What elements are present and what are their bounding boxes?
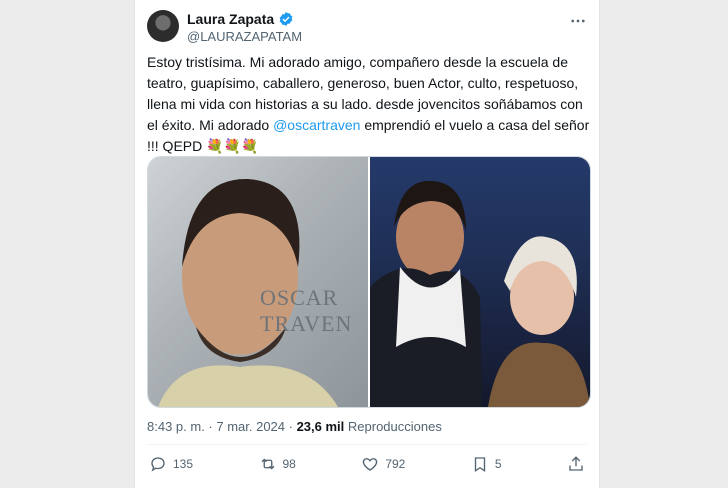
reply-icon (151, 457, 165, 472)
repost-count: 98 (282, 457, 296, 471)
book-title-line1: OSCAR (260, 285, 339, 310)
like-icon (363, 458, 378, 471)
like-count: 792 (385, 457, 406, 471)
photo-couple[interactable] (370, 157, 590, 407)
book-title-line2: TRAVEN (260, 311, 353, 336)
repost-icon (261, 458, 274, 470)
photo-portrait[interactable]: OSCAR TRAVEN (148, 157, 368, 407)
tweet-meta: 8:43 p. m. · 7 mar. 2024 · 23,6 mil Repr… (147, 419, 442, 434)
tweet-media[interactable]: OSCAR TRAVEN (147, 156, 591, 408)
divider (147, 444, 587, 445)
tweet-card: Laura Zapata @LAURAZAPATAM Estoy tristís… (134, 0, 600, 488)
views-count: 23,6 mil (296, 419, 345, 434)
bookmark-button[interactable]: 5 (471, 455, 502, 473)
reply-count: 135 (173, 457, 194, 471)
couple-figures (370, 180, 590, 407)
action-bar: 135 98 792 5 (149, 455, 585, 473)
share-button[interactable] (567, 455, 585, 473)
share-icon (569, 456, 583, 471)
bookmark-icon (474, 457, 486, 473)
like-button[interactable]: 792 (361, 455, 405, 473)
reply-button[interactable]: 135 (149, 455, 193, 473)
portrait-figure (158, 178, 338, 407)
avatar[interactable] (147, 10, 179, 42)
more-icon[interactable] (569, 12, 587, 30)
repost-button[interactable]: 98 (259, 455, 296, 473)
views-label: Reproducciones (344, 419, 442, 434)
author-row: Laura Zapata (187, 11, 294, 27)
mention-link[interactable]: @oscartraven (273, 117, 360, 133)
verified-icon (279, 12, 293, 26)
author-name[interactable]: Laura Zapata (187, 11, 274, 27)
bookmark-count: 5 (494, 457, 502, 471)
tweet-text: Estoy tristísima. Mi adorado amigo, comp… (147, 52, 591, 157)
tweet-time[interactable]: 8:43 p. m. · 7 mar. 2024 · (147, 419, 297, 434)
author-handle[interactable]: @LAURAZAPATAM (187, 29, 302, 44)
